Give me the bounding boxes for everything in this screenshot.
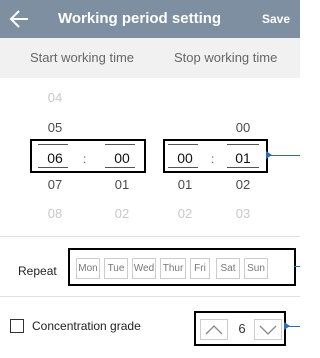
selection-line xyxy=(227,144,259,145)
selection-line xyxy=(168,167,198,168)
divider xyxy=(0,296,300,297)
day-toggle-fri[interactable]: Fri xyxy=(190,258,210,279)
start-minute-option[interactable]: 02 xyxy=(109,206,135,221)
callout-arrow-icon xyxy=(284,322,290,330)
day-toggle-thur[interactable]: Thur xyxy=(160,258,186,279)
title-bar: Working period setting Save xyxy=(0,0,300,38)
day-toggle-sun[interactable]: Sun xyxy=(244,258,268,279)
chevron-up-icon xyxy=(205,325,223,335)
callout-arrow-icon xyxy=(266,151,272,159)
start-hour-option[interactable]: 05 xyxy=(42,120,68,135)
selection-line xyxy=(38,144,68,145)
decrease-button[interactable] xyxy=(254,319,282,340)
page-title: Working period setting xyxy=(58,10,222,27)
callout-line xyxy=(294,266,300,267)
tab-stop-working-time[interactable]: Stop working time xyxy=(174,50,277,65)
start-hour-option[interactable]: 08 xyxy=(42,206,68,221)
stop-minute-option[interactable]: 00 xyxy=(230,120,256,135)
day-toggle-sat[interactable]: Sat xyxy=(216,258,240,279)
selection-line xyxy=(105,144,135,145)
stop-hour-option[interactable]: 01 xyxy=(172,177,198,192)
start-minute-option[interactable]: 01 xyxy=(109,177,135,192)
concentration-stepper: 6 xyxy=(194,311,286,346)
stop-minute-option[interactable]: 03 xyxy=(230,206,256,221)
time-separator: : xyxy=(83,152,87,166)
stop-hour-option[interactable]: 02 xyxy=(172,206,198,221)
concentration-grade-label: Concentration grade xyxy=(32,319,141,333)
back-arrow-icon[interactable] xyxy=(8,6,32,32)
start-hour-option[interactable]: 04 xyxy=(42,90,68,105)
chevron-down-icon xyxy=(259,325,277,335)
stop-minute-option[interactable]: 02 xyxy=(230,177,256,192)
repeat-label: Repeat xyxy=(18,264,57,278)
day-toggle-tue[interactable]: Tue xyxy=(104,258,128,279)
day-toggle-mon[interactable]: Mon xyxy=(76,258,100,279)
tab-start-working-time[interactable]: Start working time xyxy=(30,50,134,65)
time-tabs: Start working time Stop working time xyxy=(0,38,300,78)
start-hour-option[interactable]: 07 xyxy=(42,177,68,192)
concentration-value: 6 xyxy=(238,321,246,336)
selection-line xyxy=(227,167,259,168)
concentration-checkbox[interactable] xyxy=(10,319,24,333)
repeat-days-frame: Mon Tue Wed Thur Fri Sat Sun xyxy=(68,248,296,286)
save-button[interactable]: Save xyxy=(262,12,290,26)
callout-line xyxy=(268,155,300,156)
divider xyxy=(0,236,300,237)
increase-button[interactable] xyxy=(200,319,228,340)
selection-line xyxy=(168,144,198,145)
selection-line xyxy=(105,167,135,168)
day-toggle-wed[interactable]: Wed xyxy=(132,258,156,279)
selection-line xyxy=(38,167,68,168)
time-separator: : xyxy=(211,152,215,166)
